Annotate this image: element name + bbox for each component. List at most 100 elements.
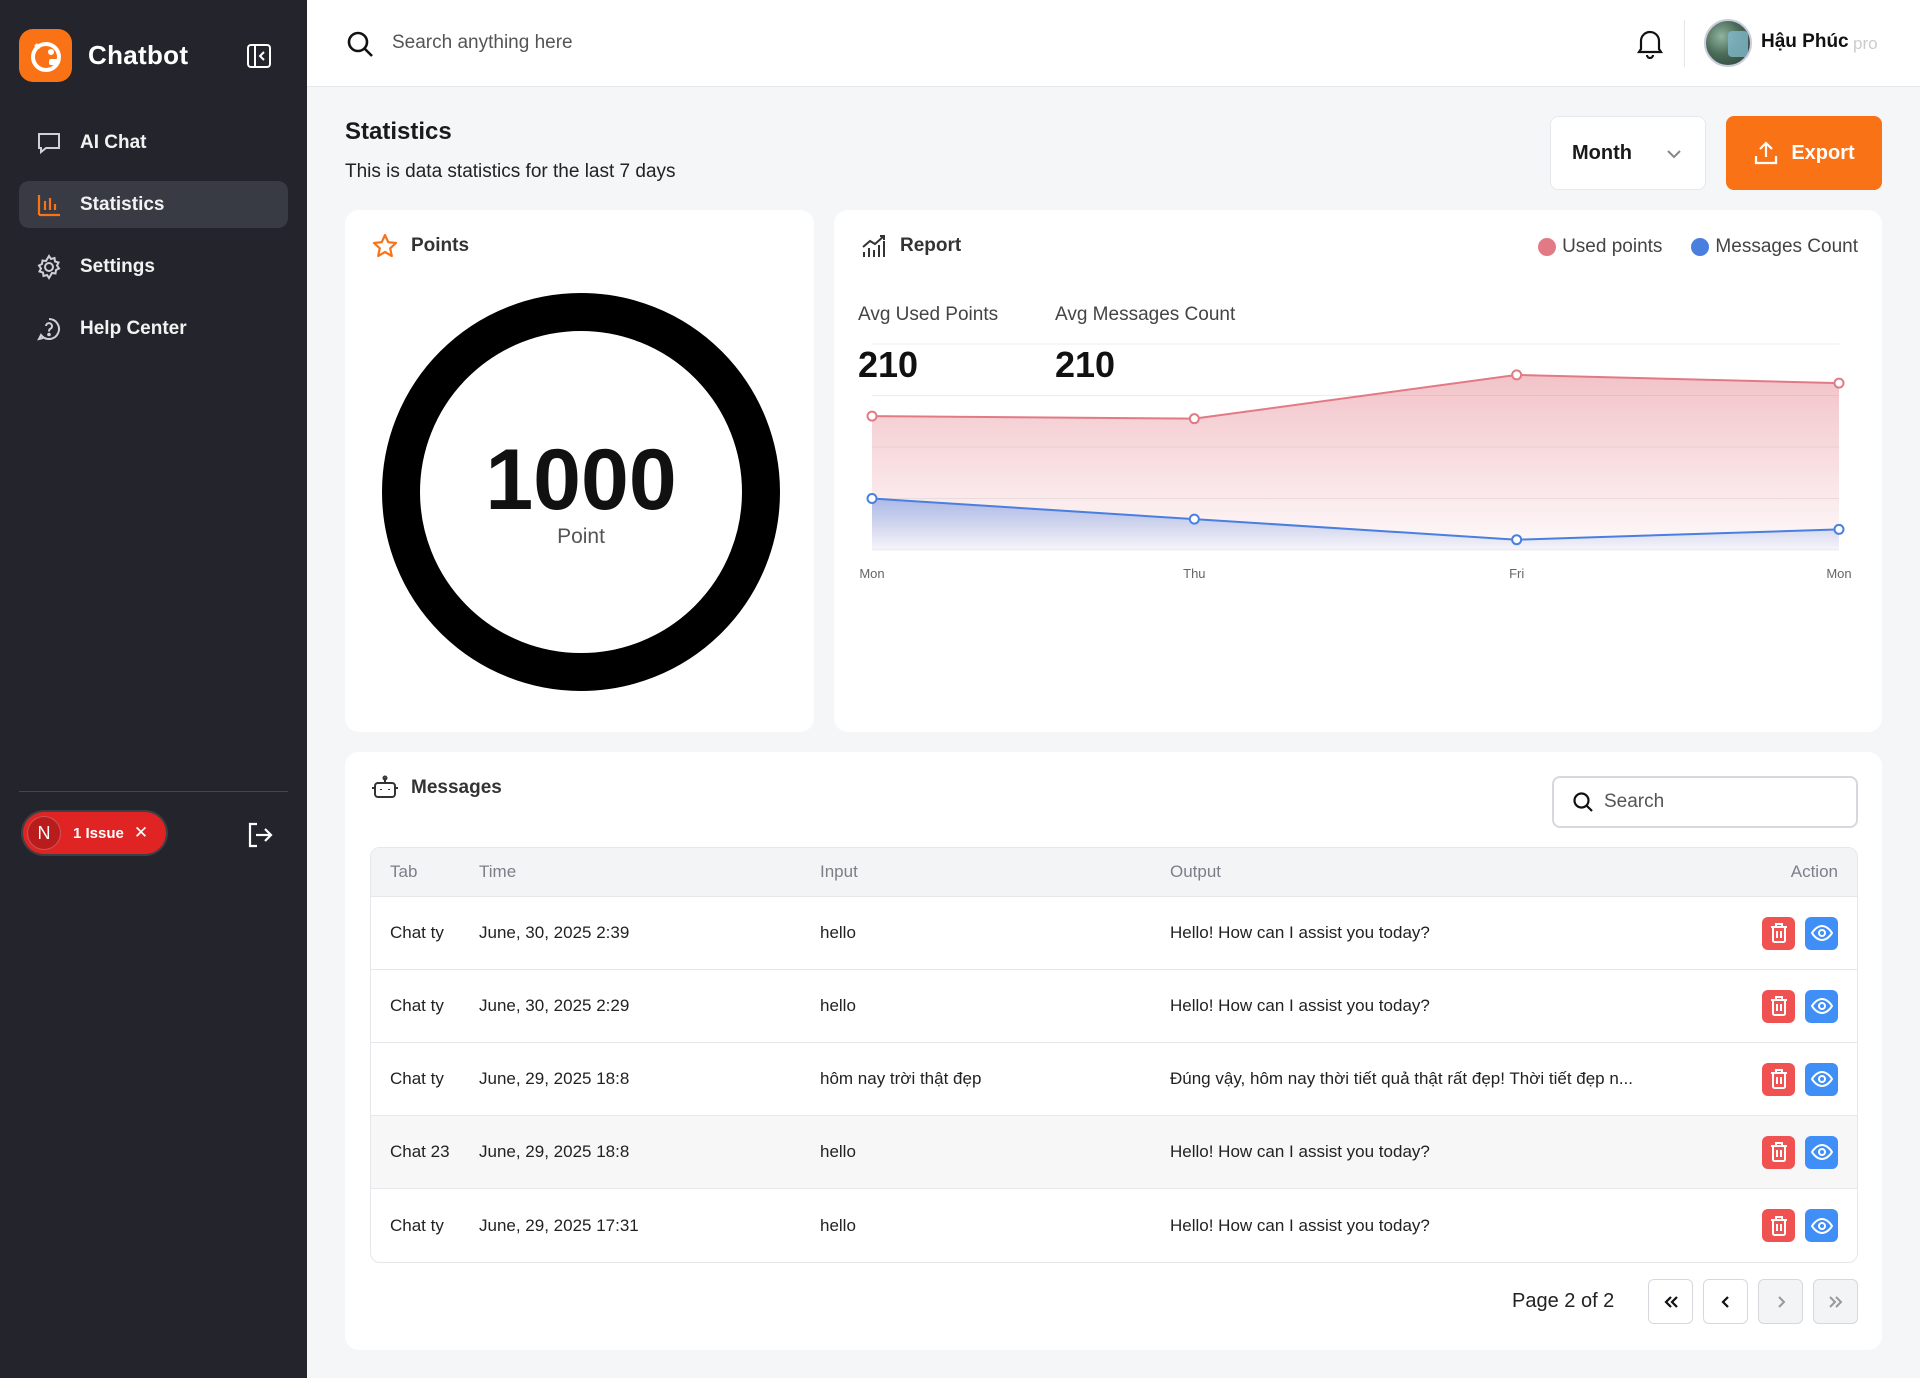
cell-actions [1710, 1062, 1857, 1096]
logout-icon[interactable] [245, 820, 275, 850]
sidebar-item-help-center[interactable]: Help Center [19, 305, 288, 352]
issue-badge[interactable]: N 1 Issue ✕ [23, 812, 166, 854]
eye-icon [1810, 1217, 1833, 1234]
view-button[interactable] [1805, 989, 1838, 1023]
upload-icon [1755, 141, 1778, 165]
global-search-input[interactable] [392, 24, 892, 62]
brand[interactable]: Chatbot [19, 29, 188, 82]
cell-output: Hello! How can I assist you today? [1170, 1142, 1430, 1161]
x-tick-label: Mon [1826, 566, 1851, 581]
messages-search[interactable] [1552, 776, 1858, 828]
sidebar-item-settings[interactable]: Settings [19, 243, 288, 290]
view-button[interactable] [1805, 1062, 1838, 1096]
delete-button[interactable] [1762, 1209, 1795, 1242]
data-point-messages-count [1188, 513, 1200, 525]
eye-icon [1810, 925, 1833, 941]
view-button[interactable] [1805, 916, 1838, 950]
column-header-output[interactable]: Output [1170, 862, 1710, 882]
column-header-action: Action [1790, 862, 1838, 881]
trash-icon [1770, 1069, 1787, 1089]
issue-label: 1 Issue [73, 824, 124, 842]
period-select-value: Month [1572, 141, 1632, 164]
top-header: Hậu Phúc pro [307, 0, 1920, 87]
export-label: Export [1791, 141, 1855, 164]
cell-output: Hello! How can I assist you today? [1170, 1215, 1430, 1235]
search-icon [345, 29, 375, 59]
sidebar-item-label: Statistics [80, 193, 165, 215]
delete-button[interactable] [1762, 1135, 1795, 1169]
points-card-header: Points [371, 232, 469, 260]
next-page-button[interactable] [1758, 1279, 1803, 1324]
cell-output: Đúng vậy, hôm nay thời tiết quả thật rất… [1170, 1069, 1633, 1088]
cell-time: June, 30, 2025 2:29 [479, 996, 630, 1015]
export-button[interactable]: Export [1726, 116, 1882, 190]
trash-icon [1770, 996, 1787, 1016]
column-header-time[interactable]: Time [479, 862, 820, 882]
robot-icon [371, 774, 399, 802]
table-row[interactable]: Chat ty June, 29, 2025 18:8 hôm nay trời… [371, 1043, 1857, 1116]
chevron-left-icon [1720, 1295, 1729, 1308]
x-tick-label: Fri [1509, 566, 1524, 581]
trash-icon [1770, 1215, 1787, 1236]
delete-button[interactable] [1762, 1062, 1795, 1096]
chevron-right-icon [1777, 1295, 1785, 1308]
period-select[interactable]: Month [1550, 116, 1706, 190]
eye-icon [1810, 1071, 1833, 1087]
points-value: 1000 [485, 432, 677, 528]
table-row[interactable]: Chat ty June, 30, 2025 2:29 hello Hello!… [371, 970, 1857, 1043]
cell-tab: Chat ty [390, 923, 444, 942]
x-tick-label: Thu [1183, 566, 1205, 581]
page-subtitle: This is data statistics for the last 7 d… [345, 161, 676, 182]
cell-input: hello [820, 996, 856, 1015]
column-header-input[interactable]: Input [820, 862, 1170, 882]
delete-button[interactable] [1762, 989, 1795, 1023]
cell-tab: Chat 23 [390, 1142, 450, 1161]
messages-card-header: Messages [371, 774, 502, 802]
trash-icon [1770, 923, 1787, 943]
delete-button[interactable] [1762, 916, 1795, 950]
chatbot-logo-icon [19, 29, 72, 82]
page-title: Statistics [345, 118, 452, 145]
cell-tab: Chat ty [390, 996, 444, 1015]
data-point-used-points [1833, 377, 1845, 389]
report-card: Report Used points Messages Count Avg Us… [834, 210, 1882, 732]
help-circle-icon [35, 315, 63, 343]
gear-icon [35, 253, 63, 281]
messages-search-input[interactable] [1604, 791, 1844, 813]
points-card: Points 1000 Point [345, 210, 814, 732]
sidebar: Chatbot AI Chat Statistics Settings Help… [0, 0, 307, 1378]
avatar[interactable] [1704, 19, 1752, 67]
close-icon[interactable]: ✕ [134, 823, 148, 843]
sidebar-item-label: Help Center [80, 317, 187, 339]
table-row[interactable]: Chat ty June, 30, 2025 2:39 hello Hello!… [371, 897, 1857, 970]
bell-icon[interactable] [1635, 27, 1665, 60]
column-header-tab[interactable]: Tab [371, 862, 479, 882]
messages-table: Tab Time Input Output Action Chat ty Jun… [370, 847, 1858, 1263]
messages-card: Messages Tab Time Input Output Action Ch… [345, 752, 1882, 1350]
sidebar-item-ai-chat[interactable]: AI Chat [19, 119, 288, 166]
cell-input: hello [820, 1142, 856, 1161]
sidebar-nav: AI Chat Statistics Settings Help Center [19, 119, 288, 367]
data-point-messages-count [866, 493, 878, 504]
collapse-sidebar-icon[interactable] [245, 42, 273, 70]
report-chart: Mon Thu Fri Mon [859, 343, 1852, 581]
issue-avatar: N [27, 816, 61, 850]
cell-time: June, 29, 2025 18:8 [479, 1069, 630, 1088]
trash-icon [1770, 1142, 1787, 1162]
pagination-status: Page 2 of 2 [1512, 1290, 1615, 1312]
sidebar-item-statistics[interactable]: Statistics [19, 181, 288, 228]
cell-actions [1710, 1135, 1857, 1169]
cell-output: Hello! How can I assist you today? [1170, 996, 1430, 1015]
view-button[interactable] [1805, 1209, 1838, 1242]
last-page-button[interactable] [1813, 1279, 1858, 1324]
view-button[interactable] [1805, 1135, 1838, 1169]
cell-actions [1710, 916, 1857, 950]
table-body: Chat ty June, 30, 2025 2:39 hello Hello!… [371, 897, 1857, 1262]
cell-tab: Chat ty [390, 1215, 444, 1235]
user-name[interactable]: Hậu Phúc [1761, 31, 1849, 53]
star-icon [371, 232, 399, 260]
prev-page-button[interactable] [1703, 1279, 1748, 1324]
table-row[interactable]: Chat 23 June, 29, 2025 18:8 hello Hello!… [371, 1116, 1857, 1189]
first-page-button[interactable] [1648, 1279, 1693, 1324]
table-row[interactable]: Chat ty June, 29, 2025 17:31 hello Hello… [371, 1189, 1857, 1262]
